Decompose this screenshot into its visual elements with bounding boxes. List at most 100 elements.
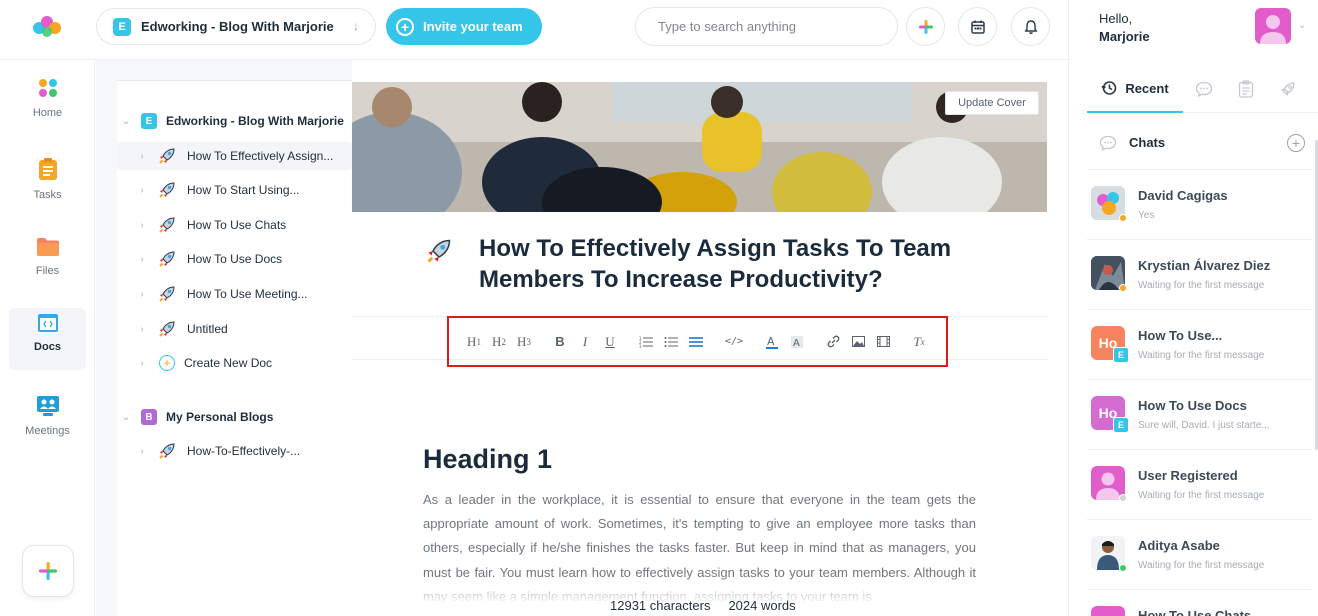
create-button[interactable] bbox=[906, 7, 945, 46]
bold-button[interactable]: B bbox=[553, 331, 567, 353]
chat-name: Krystian Álvarez Diez bbox=[1138, 258, 1271, 273]
video-button[interactable] bbox=[876, 331, 890, 353]
chevron-right-icon[interactable]: › bbox=[133, 151, 151, 162]
code-button[interactable]: </> bbox=[725, 331, 743, 353]
h3-button[interactable]: H3 bbox=[517, 331, 531, 353]
rail-item-docs[interactable]: Docs bbox=[9, 308, 86, 370]
calendar-button[interactable] bbox=[958, 7, 997, 46]
rail-label: Tasks bbox=[33, 189, 62, 201]
chat-bubble-icon bbox=[1195, 81, 1213, 97]
rail-item-files[interactable]: Files bbox=[9, 232, 86, 294]
search-input[interactable] bbox=[635, 7, 898, 46]
invite-team-label: Invite your team bbox=[423, 19, 523, 34]
right-panel: Hello, Marjorie ⌄ Recent Chats + David C… bbox=[1068, 0, 1318, 616]
chat-item[interactable]: Ho E How To Use Docs Sure will, David. I… bbox=[1087, 380, 1311, 450]
workspace-selector[interactable]: E Edworking - Blog With Marjorie ↓ bbox=[96, 8, 376, 45]
avatar[interactable] bbox=[1255, 8, 1291, 44]
tab-chats[interactable] bbox=[1183, 65, 1225, 113]
tasks-icon bbox=[38, 158, 57, 180]
plus-circle-icon: + bbox=[159, 355, 175, 371]
chat-name: How To Use Docs bbox=[1138, 398, 1247, 413]
tree-group-edworking[interactable]: ⌄ E Edworking - Blog With Marjorie bbox=[117, 107, 352, 135]
clipboard-icon bbox=[1238, 80, 1254, 98]
update-cover-button[interactable]: Update Cover bbox=[945, 91, 1039, 115]
chat-item[interactable]: User Registered Waiting for the first me… bbox=[1087, 450, 1311, 520]
chat-item[interactable]: How To Use Chats bbox=[1087, 590, 1311, 616]
h1-button[interactable]: H1 bbox=[467, 331, 481, 353]
tab-recent[interactable]: Recent bbox=[1087, 65, 1183, 113]
chat-name: User Registered bbox=[1138, 468, 1238, 483]
status-dot bbox=[1119, 214, 1127, 222]
chat-item[interactable]: Aditya Asabe Waiting for the first messa… bbox=[1087, 520, 1311, 590]
doc-title[interactable]: How To Effectively Assign Tasks To Team … bbox=[479, 233, 1019, 295]
workspace-name: Edworking - Blog With Marjorie bbox=[141, 19, 334, 34]
tab-tasks[interactable] bbox=[1225, 65, 1267, 113]
calendar-icon bbox=[970, 20, 985, 34]
quick-add-button[interactable] bbox=[22, 545, 74, 597]
chevron-right-icon[interactable]: › bbox=[133, 220, 151, 231]
tree-doc-item[interactable]: › How To Effectively Assign... bbox=[117, 142, 352, 170]
underline-button[interactable]: U bbox=[603, 331, 617, 353]
chevron-right-icon[interactable]: › bbox=[133, 289, 151, 300]
words-count: 2024 words bbox=[728, 598, 796, 613]
chevron-down-icon[interactable]: ⌄ bbox=[1298, 20, 1306, 31]
tree-group-personal[interactable]: ⌄ B My Personal Blogs bbox=[117, 403, 352, 431]
tab-docs[interactable] bbox=[1267, 65, 1309, 113]
cover-photo bbox=[352, 82, 1047, 212]
chat-item[interactable]: Ho E How To Use... Waiting for the first… bbox=[1087, 310, 1311, 380]
bullet-list-button[interactable] bbox=[664, 331, 678, 353]
tree-doc-item[interactable]: › How To Use Meeting... bbox=[117, 280, 352, 308]
chat-item[interactable]: David Cagigas Yes bbox=[1087, 170, 1311, 240]
tree-doc-label: How To Use Chats bbox=[187, 218, 287, 232]
notifications-button[interactable] bbox=[1011, 7, 1050, 46]
doc-heading[interactable]: Heading 1 bbox=[423, 444, 552, 475]
chevron-right-icon[interactable]: › bbox=[133, 254, 151, 265]
h2-button[interactable]: H2 bbox=[492, 331, 506, 353]
tree-doc-item[interactable]: › How-To-Effectively-... bbox=[117, 437, 352, 465]
italic-button[interactable]: I bbox=[578, 331, 592, 353]
invite-team-button[interactable]: + Invite your team bbox=[386, 8, 542, 45]
workspace-badge: B bbox=[141, 409, 157, 425]
rail-item-tasks[interactable]: Tasks bbox=[9, 152, 86, 214]
chat-item[interactable]: Krystian Álvarez Diez Waiting for the fi… bbox=[1087, 240, 1311, 310]
app-logo[interactable] bbox=[32, 14, 62, 38]
link-button[interactable] bbox=[826, 331, 840, 353]
chevron-right-icon[interactable]: › bbox=[133, 324, 151, 335]
chevron-right-icon[interactable]: › bbox=[133, 446, 151, 457]
rail-item-meetings[interactable]: Meetings bbox=[9, 390, 86, 452]
ordered-list-button[interactable]: 123 bbox=[639, 331, 653, 353]
svg-text:3: 3 bbox=[639, 344, 642, 348]
highlight-icon: A bbox=[791, 335, 804, 348]
tree-doc-item[interactable]: › How To Start Using... bbox=[117, 176, 352, 204]
rail-item-home[interactable]: Home bbox=[9, 72, 86, 134]
rocket-icon bbox=[159, 443, 175, 459]
chevron-right-icon[interactable]: › bbox=[133, 185, 151, 196]
tree-doc-item[interactable]: › Untitled bbox=[117, 315, 352, 343]
chats-header: Chats + bbox=[1087, 116, 1311, 170]
align-button[interactable] bbox=[689, 331, 703, 353]
image-button[interactable] bbox=[851, 331, 865, 353]
rocket-icon[interactable] bbox=[424, 236, 454, 266]
doc-editor: Update Cover How To Effectively Assign T… bbox=[352, 60, 1047, 616]
doc-tree-panel: ⌄ E Edworking - Blog With Marjorie › How… bbox=[96, 60, 352, 616]
clear-format-button[interactable]: Tx bbox=[912, 331, 926, 353]
rocket-icon bbox=[159, 217, 175, 233]
chevron-down-icon[interactable]: ⌄ bbox=[117, 116, 135, 127]
status-dot bbox=[1119, 564, 1127, 572]
workspace-badge: E bbox=[141, 113, 157, 129]
chat-name: Aditya Asabe bbox=[1138, 538, 1220, 553]
tree-doc-item[interactable]: › How To Use Chats bbox=[117, 211, 352, 239]
highlight-button[interactable]: A bbox=[790, 331, 804, 353]
greeting-hello: Hello, bbox=[1099, 11, 1133, 26]
create-new-doc-button[interactable]: › + Create New Doc bbox=[117, 349, 352, 377]
tab-recent-label: Recent bbox=[1125, 80, 1169, 96]
tree-doc-item[interactable]: › How To Use Docs bbox=[117, 245, 352, 273]
tree-doc-label: How-To-Effectively-... bbox=[187, 444, 301, 458]
text-color-button[interactable]: A bbox=[765, 331, 779, 353]
rail-label: Docs bbox=[34, 341, 61, 353]
add-chat-button[interactable]: + bbox=[1287, 134, 1305, 152]
chat-name: David Cagigas bbox=[1138, 188, 1228, 203]
colorful-plus-icon bbox=[918, 19, 933, 34]
workspace-badge: E bbox=[1113, 347, 1129, 363]
chevron-down-icon[interactable]: ⌄ bbox=[117, 412, 135, 423]
